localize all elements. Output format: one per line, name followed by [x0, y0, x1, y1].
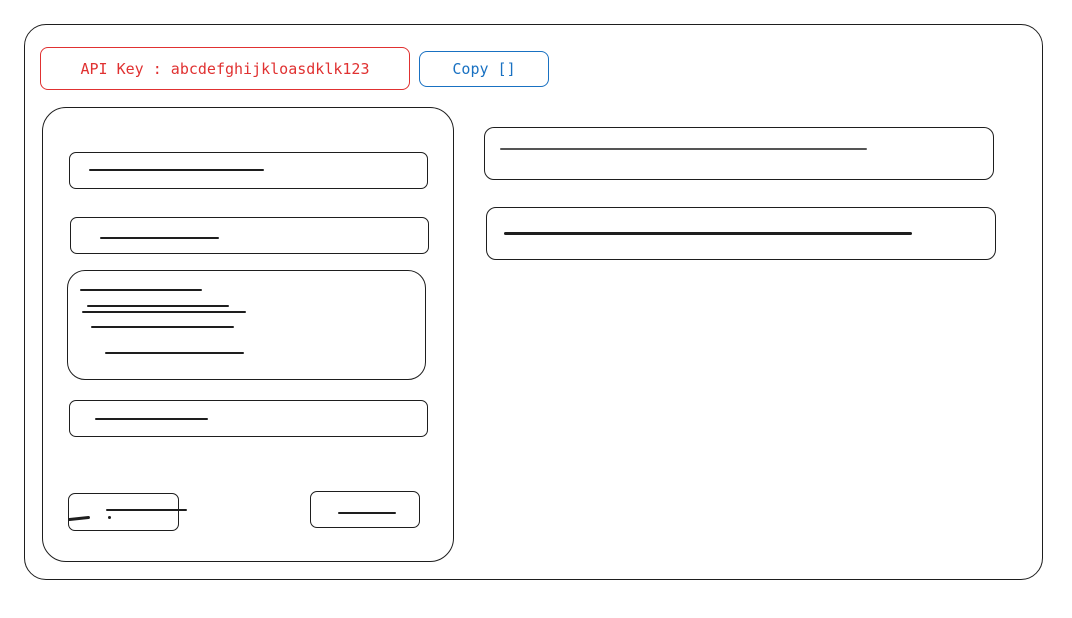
placeholder-line — [95, 418, 208, 420]
button-label-line — [106, 509, 187, 511]
placeholder-line — [89, 169, 264, 171]
secondary-button[interactable] — [68, 493, 179, 531]
copy-button[interactable]: Copy [] — [419, 51, 549, 87]
result-line — [504, 232, 912, 235]
text-field-1[interactable] — [69, 152, 428, 189]
placeholder-line — [87, 305, 229, 307]
primary-button[interactable] — [310, 491, 420, 528]
copy-button-label: Copy [] — [452, 60, 516, 78]
result-box-1 — [484, 127, 994, 180]
api-key-display: API Key : abcdefghijkloasdklk123 — [40, 47, 410, 90]
placeholder-line — [80, 289, 202, 291]
text-field-2[interactable] — [70, 217, 429, 254]
result-box-2 — [486, 207, 996, 260]
placeholder-line — [91, 326, 234, 328]
placeholder-line — [82, 311, 246, 313]
placeholder-line — [105, 352, 244, 354]
text-field-3[interactable] — [69, 400, 428, 437]
placeholder-line — [100, 237, 219, 239]
text-area[interactable] — [67, 270, 426, 380]
button-label-line — [338, 512, 396, 514]
api-key-text: API Key : abcdefghijkloasdklk123 — [80, 59, 370, 78]
result-line — [500, 148, 867, 150]
button-dot — [108, 516, 111, 519]
